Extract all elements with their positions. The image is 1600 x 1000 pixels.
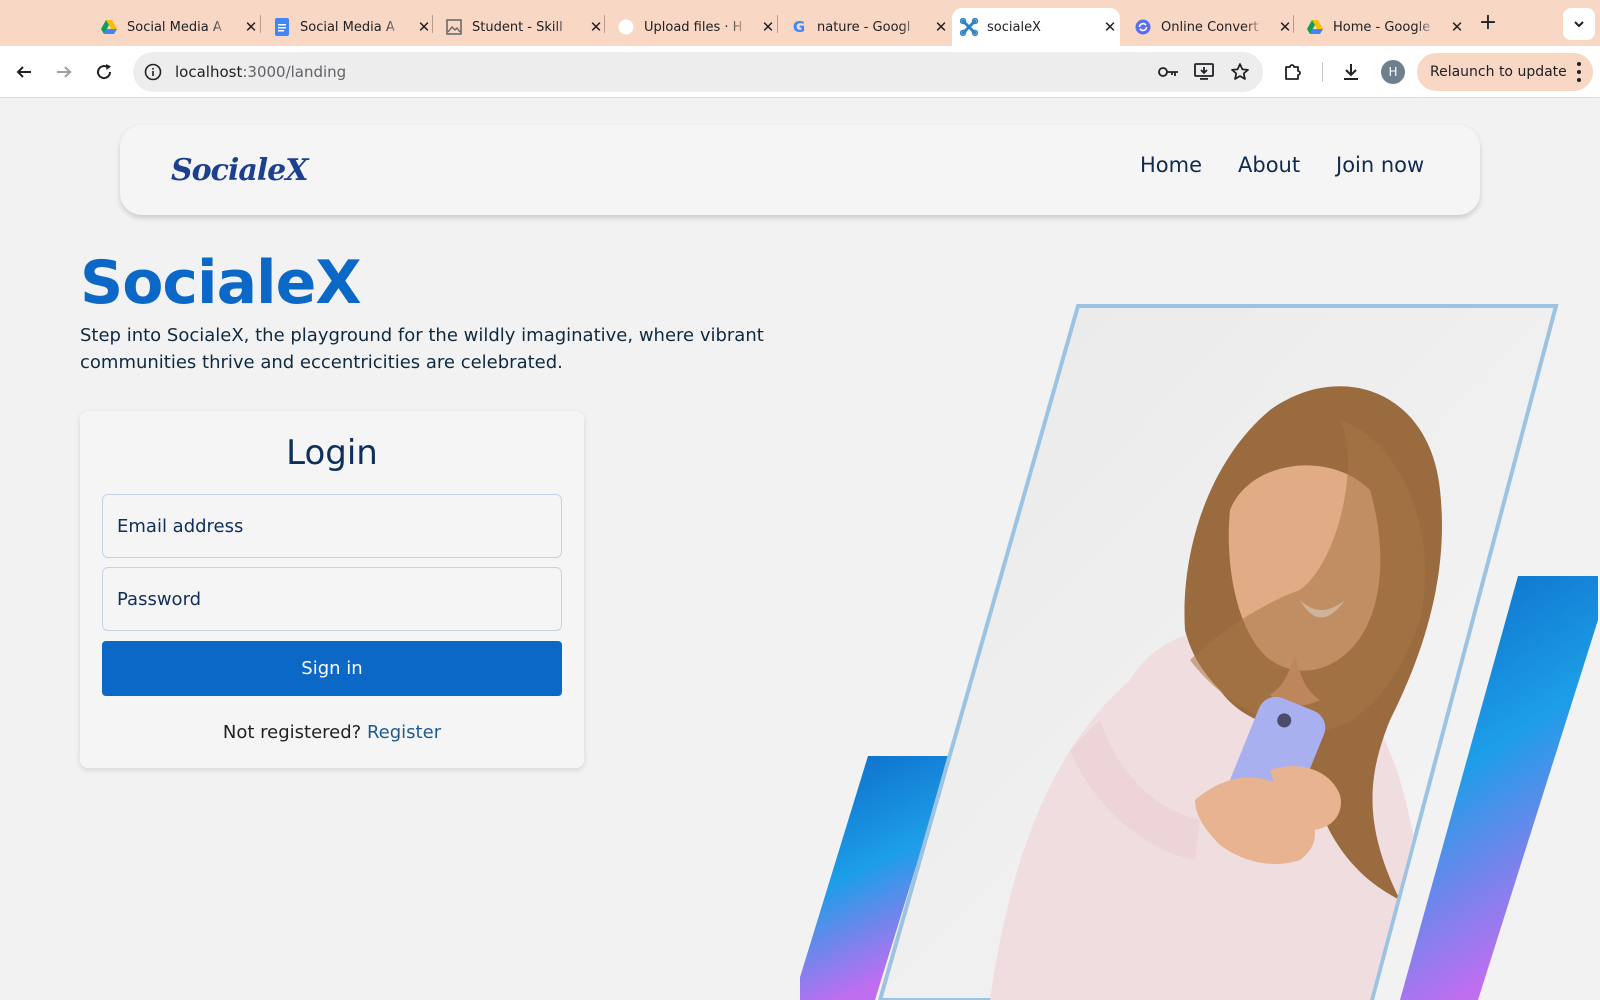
- extensions-button[interactable]: [1279, 58, 1307, 86]
- tab-title: Online Convert: [1161, 19, 1259, 35]
- hero-description: Step into SocialeX, the playground for t…: [80, 325, 764, 373]
- hero-illustration: [800, 304, 1598, 1000]
- url-text[interactable]: localhost:3000/landing: [175, 63, 346, 81]
- site-info-icon[interactable]: [142, 61, 164, 83]
- google-docs-icon: [273, 18, 291, 36]
- chevron-down-icon: [1574, 21, 1584, 28]
- browser-toolbar: localhost:3000/landing H Relaunch to upd…: [0, 46, 1600, 98]
- image-icon: [445, 18, 463, 36]
- site-navbar: SocialeX Home About Join now: [120, 125, 1480, 215]
- nav-link-home[interactable]: Home: [1140, 153, 1202, 177]
- github-icon: [617, 18, 635, 36]
- sign-in-button[interactable]: Sign in: [102, 641, 562, 696]
- socialex-icon: [960, 18, 978, 36]
- tab-online-convert[interactable]: Online Convert ✕: [1126, 8, 1295, 46]
- install-app-icon[interactable]: [1193, 61, 1215, 83]
- profile-avatar[interactable]: H: [1381, 60, 1405, 84]
- register-link[interactable]: Register: [367, 722, 441, 743]
- close-icon[interactable]: ✕: [1100, 17, 1120, 37]
- close-icon[interactable]: ✕: [414, 17, 434, 37]
- nav-link-join-now[interactable]: Join now: [1336, 153, 1424, 177]
- logo-wordmark: SocialeX: [171, 152, 309, 188]
- tab-search-button[interactable]: [1563, 8, 1595, 40]
- hero-title: SocialeX: [80, 248, 362, 318]
- download-icon: [1344, 64, 1358, 80]
- register-row: Not registered? Register: [80, 722, 584, 743]
- forward-button[interactable]: [50, 58, 78, 86]
- bookmark-star-icon[interactable]: [1229, 61, 1251, 83]
- email-field[interactable]: [102, 494, 562, 558]
- tab-home-google[interactable]: Home - Google ✕: [1298, 8, 1467, 46]
- google-drive-icon: [100, 18, 118, 36]
- tab-social-media-a-2[interactable]: Social Media A ✕: [265, 8, 434, 46]
- tab-upload-files[interactable]: Upload files · H ✕: [609, 8, 778, 46]
- forward-arrow-icon: [57, 66, 72, 78]
- site-logo[interactable]: SocialeX: [165, 145, 309, 195]
- relaunch-label: Relaunch to update: [1430, 64, 1567, 80]
- tab-title: socialeX: [987, 19, 1041, 35]
- google-drive-icon: [1306, 18, 1324, 36]
- register-prompt: Not registered?: [222, 722, 362, 743]
- close-icon[interactable]: ✕: [758, 17, 778, 37]
- back-arrow-icon: [16, 66, 31, 78]
- tab-title: Social Media A: [300, 19, 395, 35]
- password-field[interactable]: [102, 567, 562, 631]
- back-button[interactable]: [10, 58, 38, 86]
- tab-title: Upload files · H: [644, 19, 743, 35]
- kebab-menu-icon[interactable]: [1577, 62, 1581, 82]
- close-icon[interactable]: ✕: [241, 17, 261, 37]
- reload-icon: [97, 64, 112, 80]
- tab-student-skill[interactable]: Student - Skill ✕: [437, 8, 606, 46]
- close-icon[interactable]: ✕: [1275, 17, 1295, 37]
- reload-button[interactable]: [90, 58, 118, 86]
- tab-title: Student - Skill: [472, 19, 563, 35]
- nav-link-about[interactable]: About: [1238, 153, 1300, 177]
- converter-icon: [1134, 18, 1152, 36]
- close-icon[interactable]: ✕: [1447, 17, 1467, 37]
- puzzle-icon: [1285, 64, 1301, 80]
- tab-title: nature - Googl: [817, 19, 911, 35]
- login-title: Login: [286, 433, 378, 473]
- address-bar[interactable]: localhost:3000/landing: [133, 52, 1263, 92]
- close-icon[interactable]: ✕: [931, 17, 951, 37]
- login-card: Login Sign in Not registered? Register: [80, 411, 584, 768]
- tab-socialex[interactable]: socialeX ✕: [952, 8, 1120, 46]
- close-icon[interactable]: ✕: [586, 17, 606, 37]
- tab-social-media-a-1[interactable]: Social Media A ✕: [92, 8, 261, 46]
- key-icon[interactable]: [1158, 61, 1180, 83]
- tab-strip: Social Media A ✕ Social Media A ✕ Studen…: [0, 0, 1600, 46]
- relaunch-button[interactable]: Relaunch to update: [1417, 53, 1593, 91]
- tab-nature-google[interactable]: G nature - Googl ✕: [782, 8, 951, 46]
- downloads-button[interactable]: [1337, 58, 1365, 86]
- tab-title: Social Media A: [127, 19, 222, 35]
- tab-title: Home - Google: [1333, 19, 1431, 35]
- new-tab-button[interactable]: +: [1474, 10, 1502, 38]
- google-icon: G: [792, 18, 806, 36]
